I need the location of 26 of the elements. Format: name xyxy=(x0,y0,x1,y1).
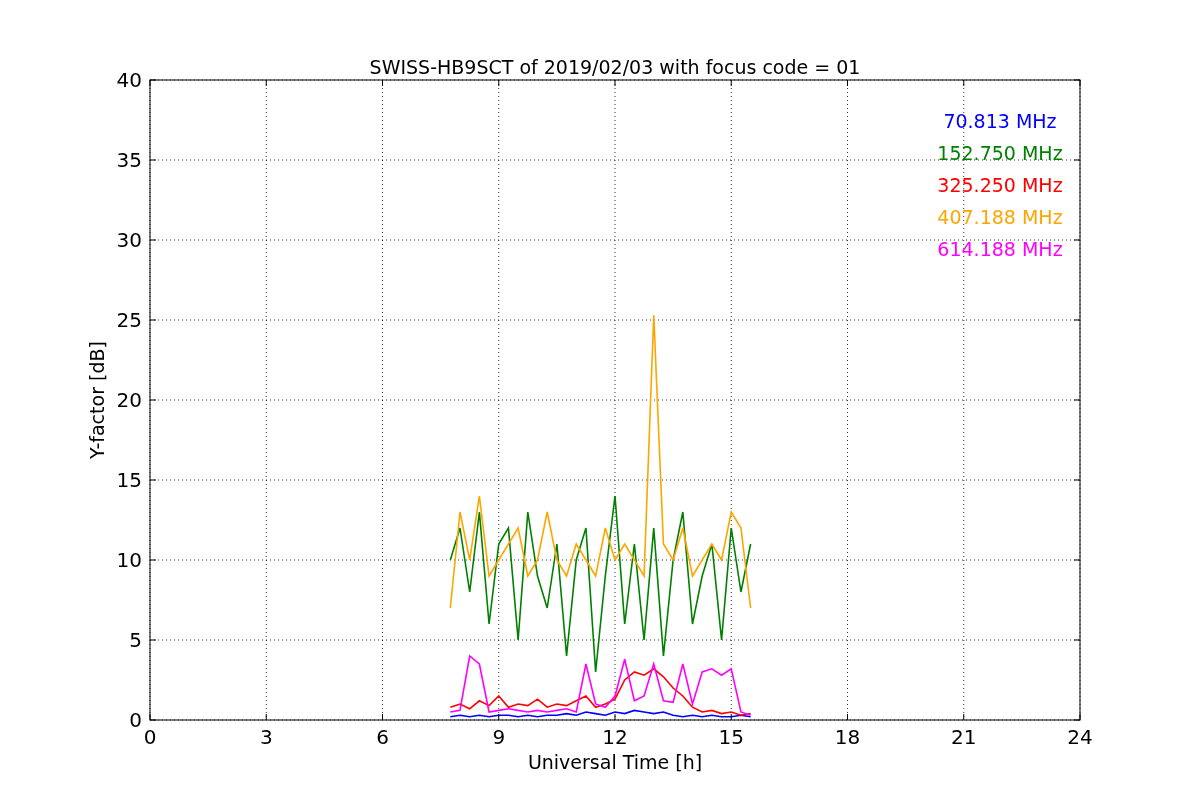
legend-label: 70.813 MHz xyxy=(943,110,1057,132)
axis-label: Y-factor [dB] xyxy=(86,341,108,459)
tick-label: 20 xyxy=(116,388,142,412)
tick-label: 21 xyxy=(951,725,977,749)
tick-label: 0 xyxy=(143,725,157,749)
axis-label: Universal Time [h] xyxy=(527,751,703,773)
tick-label: 6 xyxy=(376,725,389,749)
tick-label: 40 xyxy=(116,68,142,92)
legend-label: 407.188 MHz xyxy=(937,206,1063,228)
tick-label: 25 xyxy=(116,308,142,332)
legend-label: 152.750 MHz xyxy=(937,142,1063,164)
tick-label: 9 xyxy=(492,725,506,749)
tick-label: 15 xyxy=(116,468,142,492)
legend-label: 614.188 MHz xyxy=(937,238,1063,260)
chart-title: SWISS-HB9SCT of 2019/02/03 with focus code = 01 xyxy=(369,56,861,78)
tick-label: 30 xyxy=(116,228,142,252)
tick-label: 35 xyxy=(116,148,142,172)
tick-label: 10 xyxy=(116,548,142,572)
tick-label: 15 xyxy=(718,725,744,749)
tick-label: 5 xyxy=(129,628,142,652)
tick-label: 24 xyxy=(1067,725,1093,749)
tick-label: 0 xyxy=(129,708,142,732)
tick-label: 12 xyxy=(602,725,628,749)
tick-label: 18 xyxy=(834,725,861,749)
tick-label: 3 xyxy=(259,725,273,749)
legend-label: 325.250 MHz xyxy=(937,174,1063,196)
